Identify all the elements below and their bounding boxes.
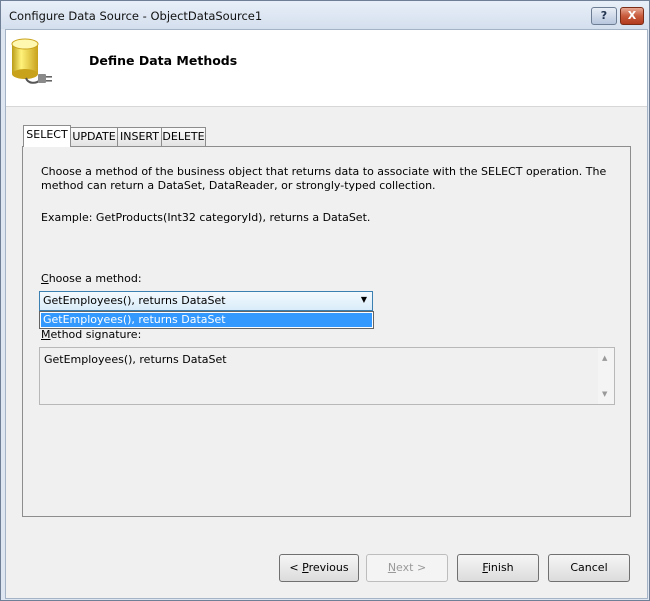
- select-tab-panel: Choose a method of the business object t…: [22, 146, 631, 517]
- method-signature-box[interactable]: GetEmployees(), returns DataSet ▲ ▼: [39, 347, 615, 405]
- cancel-button[interactable]: Cancel: [548, 554, 630, 582]
- scroll-down-icon[interactable]: ▼: [602, 390, 607, 398]
- wizard-step-title: Define Data Methods: [89, 53, 238, 68]
- tab-select[interactable]: SELECT: [23, 125, 71, 147]
- finish-button[interactable]: Finish: [457, 554, 539, 582]
- previous-button-prefix: <: [289, 561, 303, 574]
- dialog-client-area: Define Data Methods SELECT UPDATE INSERT…: [5, 29, 648, 599]
- tab-update[interactable]: UPDATE: [70, 127, 118, 146]
- window-title: Configure Data Source - ObjectDataSource…: [9, 9, 263, 23]
- scroll-up-icon[interactable]: ▲: [602, 354, 607, 362]
- previous-button-text: revious: [308, 561, 349, 574]
- chevron-down-icon[interactable]: ▼: [361, 295, 367, 304]
- wizard-header: Define Data Methods: [6, 30, 647, 107]
- choose-method-label: Choose a method:: [41, 272, 142, 285]
- configure-data-source-window: Configure Data Source - ObjectDataSource…: [0, 0, 650, 601]
- method-signature-access-key: M: [41, 328, 51, 341]
- method-description: Choose a method of the business object t…: [41, 165, 607, 192]
- signature-scrollbar[interactable]: ▲ ▼: [598, 348, 614, 404]
- tab-insert[interactable]: INSERT: [117, 127, 162, 146]
- previous-button[interactable]: < Previous: [279, 554, 359, 582]
- tab-delete[interactable]: DELETE: [161, 127, 206, 146]
- close-button[interactable]: X: [620, 7, 644, 25]
- method-select-value: GetEmployees(), returns DataSet: [43, 294, 226, 307]
- next-button-access-key: N: [387, 561, 397, 574]
- choose-method-label-text: hoose a method:: [48, 272, 142, 285]
- method-option-get-employees[interactable]: GetEmployees(), returns DataSet: [41, 313, 372, 327]
- database-plug-icon: [11, 38, 52, 84]
- method-example: Example: GetProducts(Int32 categoryId), …: [41, 211, 371, 224]
- method-signature-label-text: ethod signature:: [50, 328, 142, 341]
- method-signature-label: Method signature:: [41, 328, 141, 341]
- title-bar[interactable]: Configure Data Source - ObjectDataSource…: [1, 1, 649, 29]
- method-signature-value: GetEmployees(), returns DataSet: [44, 353, 227, 366]
- help-button[interactable]: ?: [591, 7, 617, 25]
- next-button-text: ext >: [396, 561, 427, 574]
- next-button[interactable]: Next >: [366, 554, 448, 582]
- finish-button-text: inish: [487, 561, 514, 574]
- choose-method-access-key: C: [41, 272, 49, 285]
- method-select[interactable]: GetEmployees(), returns DataSet ▼: [39, 291, 373, 311]
- method-dropdown-list: GetEmployees(), returns DataSet: [39, 311, 374, 329]
